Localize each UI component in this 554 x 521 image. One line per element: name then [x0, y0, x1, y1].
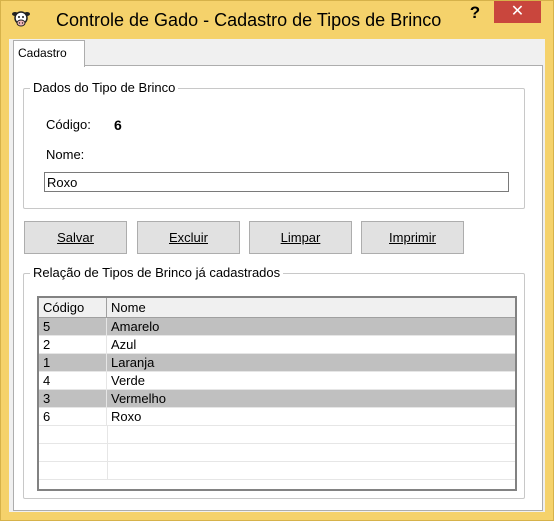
save-button[interactable]: Salvar: [24, 221, 127, 254]
window-title: Controle de Gado - Cadastro de Tipos de …: [56, 10, 442, 30]
close-button[interactable]: ✕: [494, 1, 541, 23]
tab-panel: Dados do Tipo de Brinco Código: 6 Nome: …: [13, 65, 543, 511]
table-row[interactable]: 1 Laranja: [39, 354, 515, 372]
cell-code: 4: [39, 372, 107, 390]
code-value: 6: [114, 117, 122, 133]
delete-button[interactable]: Excluir: [137, 221, 240, 254]
clear-button[interactable]: Limpar: [249, 221, 352, 254]
cell-name: Vermelho: [107, 390, 515, 408]
cell-name: Azul: [107, 336, 515, 354]
table-row[interactable]: 4 Verde: [39, 372, 515, 390]
types-grid[interactable]: Código Nome 5 Amarelo 2 Azul 1 Laranja 4 Verde 3…: [37, 296, 517, 491]
cell-code: 1: [39, 354, 107, 372]
empty-row: [39, 462, 515, 480]
cell-name: Amarelo: [107, 318, 515, 336]
clear-button-label: Limpar: [280, 230, 321, 245]
list-groupbox: Relação de Tipos de Brinco já cadastrado…: [23, 265, 525, 499]
empty-row: [39, 426, 515, 444]
cell-code: 2: [39, 336, 107, 354]
table-row[interactable]: 6 Roxo: [39, 408, 515, 426]
cell-name: Verde: [107, 372, 515, 390]
tab-cadastro[interactable]: Cadastro: [13, 40, 85, 67]
title-bar[interactable]: Controle de Gado - Cadastro de Tipos de …: [1, 1, 553, 39]
name-label: Nome:: [46, 147, 85, 162]
help-button[interactable]: ?: [461, 1, 489, 25]
table-row[interactable]: 5 Amarelo: [39, 318, 515, 336]
close-icon: ✕: [510, 3, 525, 20]
column-header-name[interactable]: Nome: [107, 298, 515, 318]
code-label: Código:: [46, 117, 91, 132]
column-header-code[interactable]: Código: [39, 298, 107, 318]
table-row[interactable]: 3 Vermelho: [39, 390, 515, 408]
save-button-label: Salvar: [57, 230, 94, 245]
cell-code: 5: [39, 318, 107, 336]
print-button-label: Imprimir: [389, 230, 436, 245]
empty-row: [39, 444, 515, 462]
cell-code: 3: [39, 390, 107, 408]
table-row[interactable]: 2 Azul: [39, 336, 515, 354]
details-group-title: Dados do Tipo de Brinco: [30, 80, 179, 95]
print-button[interactable]: Imprimir: [361, 221, 464, 254]
cell-name: Laranja: [107, 354, 515, 372]
cell-name: Roxo: [107, 408, 515, 426]
tab-label: Cadastro: [18, 46, 67, 60]
app-window: Controle de Gado - Cadastro de Tipos de …: [0, 0, 554, 521]
delete-button-label: Excluir: [168, 230, 208, 245]
cell-code: 6: [39, 408, 107, 426]
details-groupbox: Dados do Tipo de Brinco Código: 6 Nome: …: [23, 80, 525, 209]
name-field[interactable]: Roxo: [44, 172, 509, 192]
list-group-title: Relação de Tipos de Brinco já cadastrado…: [30, 265, 284, 280]
client-area: Cadastro Dados do Tipo de Brinco Código:…: [9, 39, 545, 512]
cow-icon: [11, 9, 31, 29]
